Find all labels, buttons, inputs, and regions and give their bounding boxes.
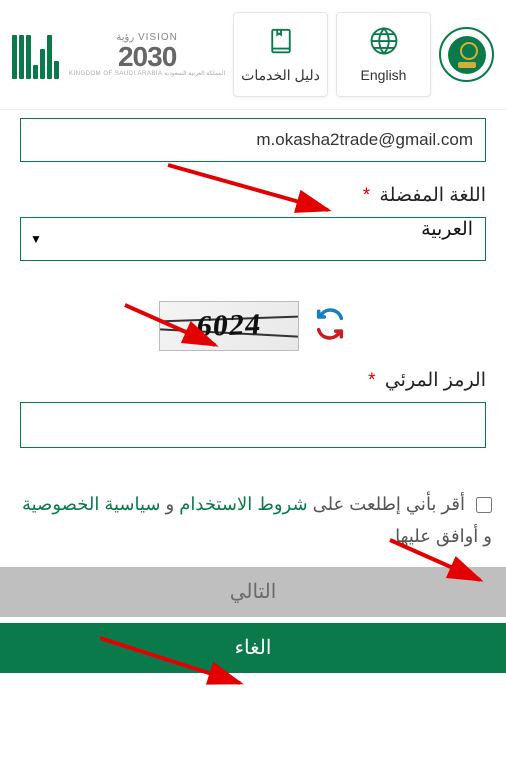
- registration-form: اللغة المفضلة * العربية ▼ 6024 الرمز الم…: [0, 110, 506, 480]
- privacy-link[interactable]: سياسية الخصوصية: [22, 494, 161, 514]
- header-left: English دليل الخدمات: [233, 12, 494, 97]
- consent-checkbox[interactable]: [476, 497, 492, 513]
- app-header: English دليل الخدمات VISION رؤية 2030 ال…: [0, 0, 506, 110]
- vision-2030-logo: VISION رؤية 2030 المملكة العربية السعودي…: [69, 33, 225, 77]
- language-label-text: اللغة المفضلة: [379, 185, 486, 206]
- required-asterisk: *: [363, 185, 370, 206]
- language-select-wrap: العربية ▼: [20, 217, 486, 261]
- required-asterisk: *: [368, 370, 375, 391]
- captcha-image: 6024: [159, 301, 299, 351]
- email-field-group: [20, 118, 486, 162]
- globe-icon: [369, 26, 399, 61]
- next-button[interactable]: التالي: [0, 567, 506, 617]
- language-select[interactable]: العربية: [20, 217, 486, 261]
- captcha-label-text: الرمز المرئي: [385, 370, 486, 391]
- vision-sub-text: المملكة العربية السعودية KINGDOM OF SAUD…: [69, 71, 225, 77]
- refresh-icon: [313, 307, 347, 341]
- services-guide-card[interactable]: دليل الخدمات: [233, 12, 328, 97]
- language-label: اللغة المفضلة *: [20, 184, 486, 207]
- refresh-captcha-button[interactable]: [313, 307, 347, 346]
- captcha-label: الرمز المرئي *: [20, 369, 486, 392]
- consent-prefix: أقر بأني إطلعت على: [308, 494, 465, 514]
- cancel-button[interactable]: الغاء: [0, 623, 506, 673]
- terms-link[interactable]: شروط الاستخدام: [179, 494, 307, 514]
- consent-and-1: و: [161, 494, 175, 514]
- captcha-text: 6024: [195, 308, 263, 344]
- captcha-code-field[interactable]: [20, 402, 486, 448]
- vision-number: 2030: [69, 43, 225, 71]
- captcha-row: 6024: [20, 301, 486, 351]
- header-right: VISION رؤية 2030 المملكة العربية السعودي…: [12, 31, 225, 79]
- captcha-code-field-group: الرمز المرئي *: [20, 369, 486, 448]
- consent-row: أقر بأني إطلعت على شروط الاستخدام و سياس…: [0, 480, 506, 567]
- email-field[interactable]: [20, 118, 486, 162]
- consent-suffix: و أوافق عليها: [395, 526, 492, 546]
- absher-logo-icon: [12, 31, 59, 79]
- ministry-emblem-icon: [439, 27, 494, 82]
- language-field-group: اللغة المفضلة * العربية ▼: [20, 184, 486, 261]
- english-label: English: [361, 67, 407, 83]
- services-label: دليل الخدمات: [241, 67, 320, 84]
- language-english-card[interactable]: English: [336, 12, 431, 97]
- book-icon: [266, 26, 296, 61]
